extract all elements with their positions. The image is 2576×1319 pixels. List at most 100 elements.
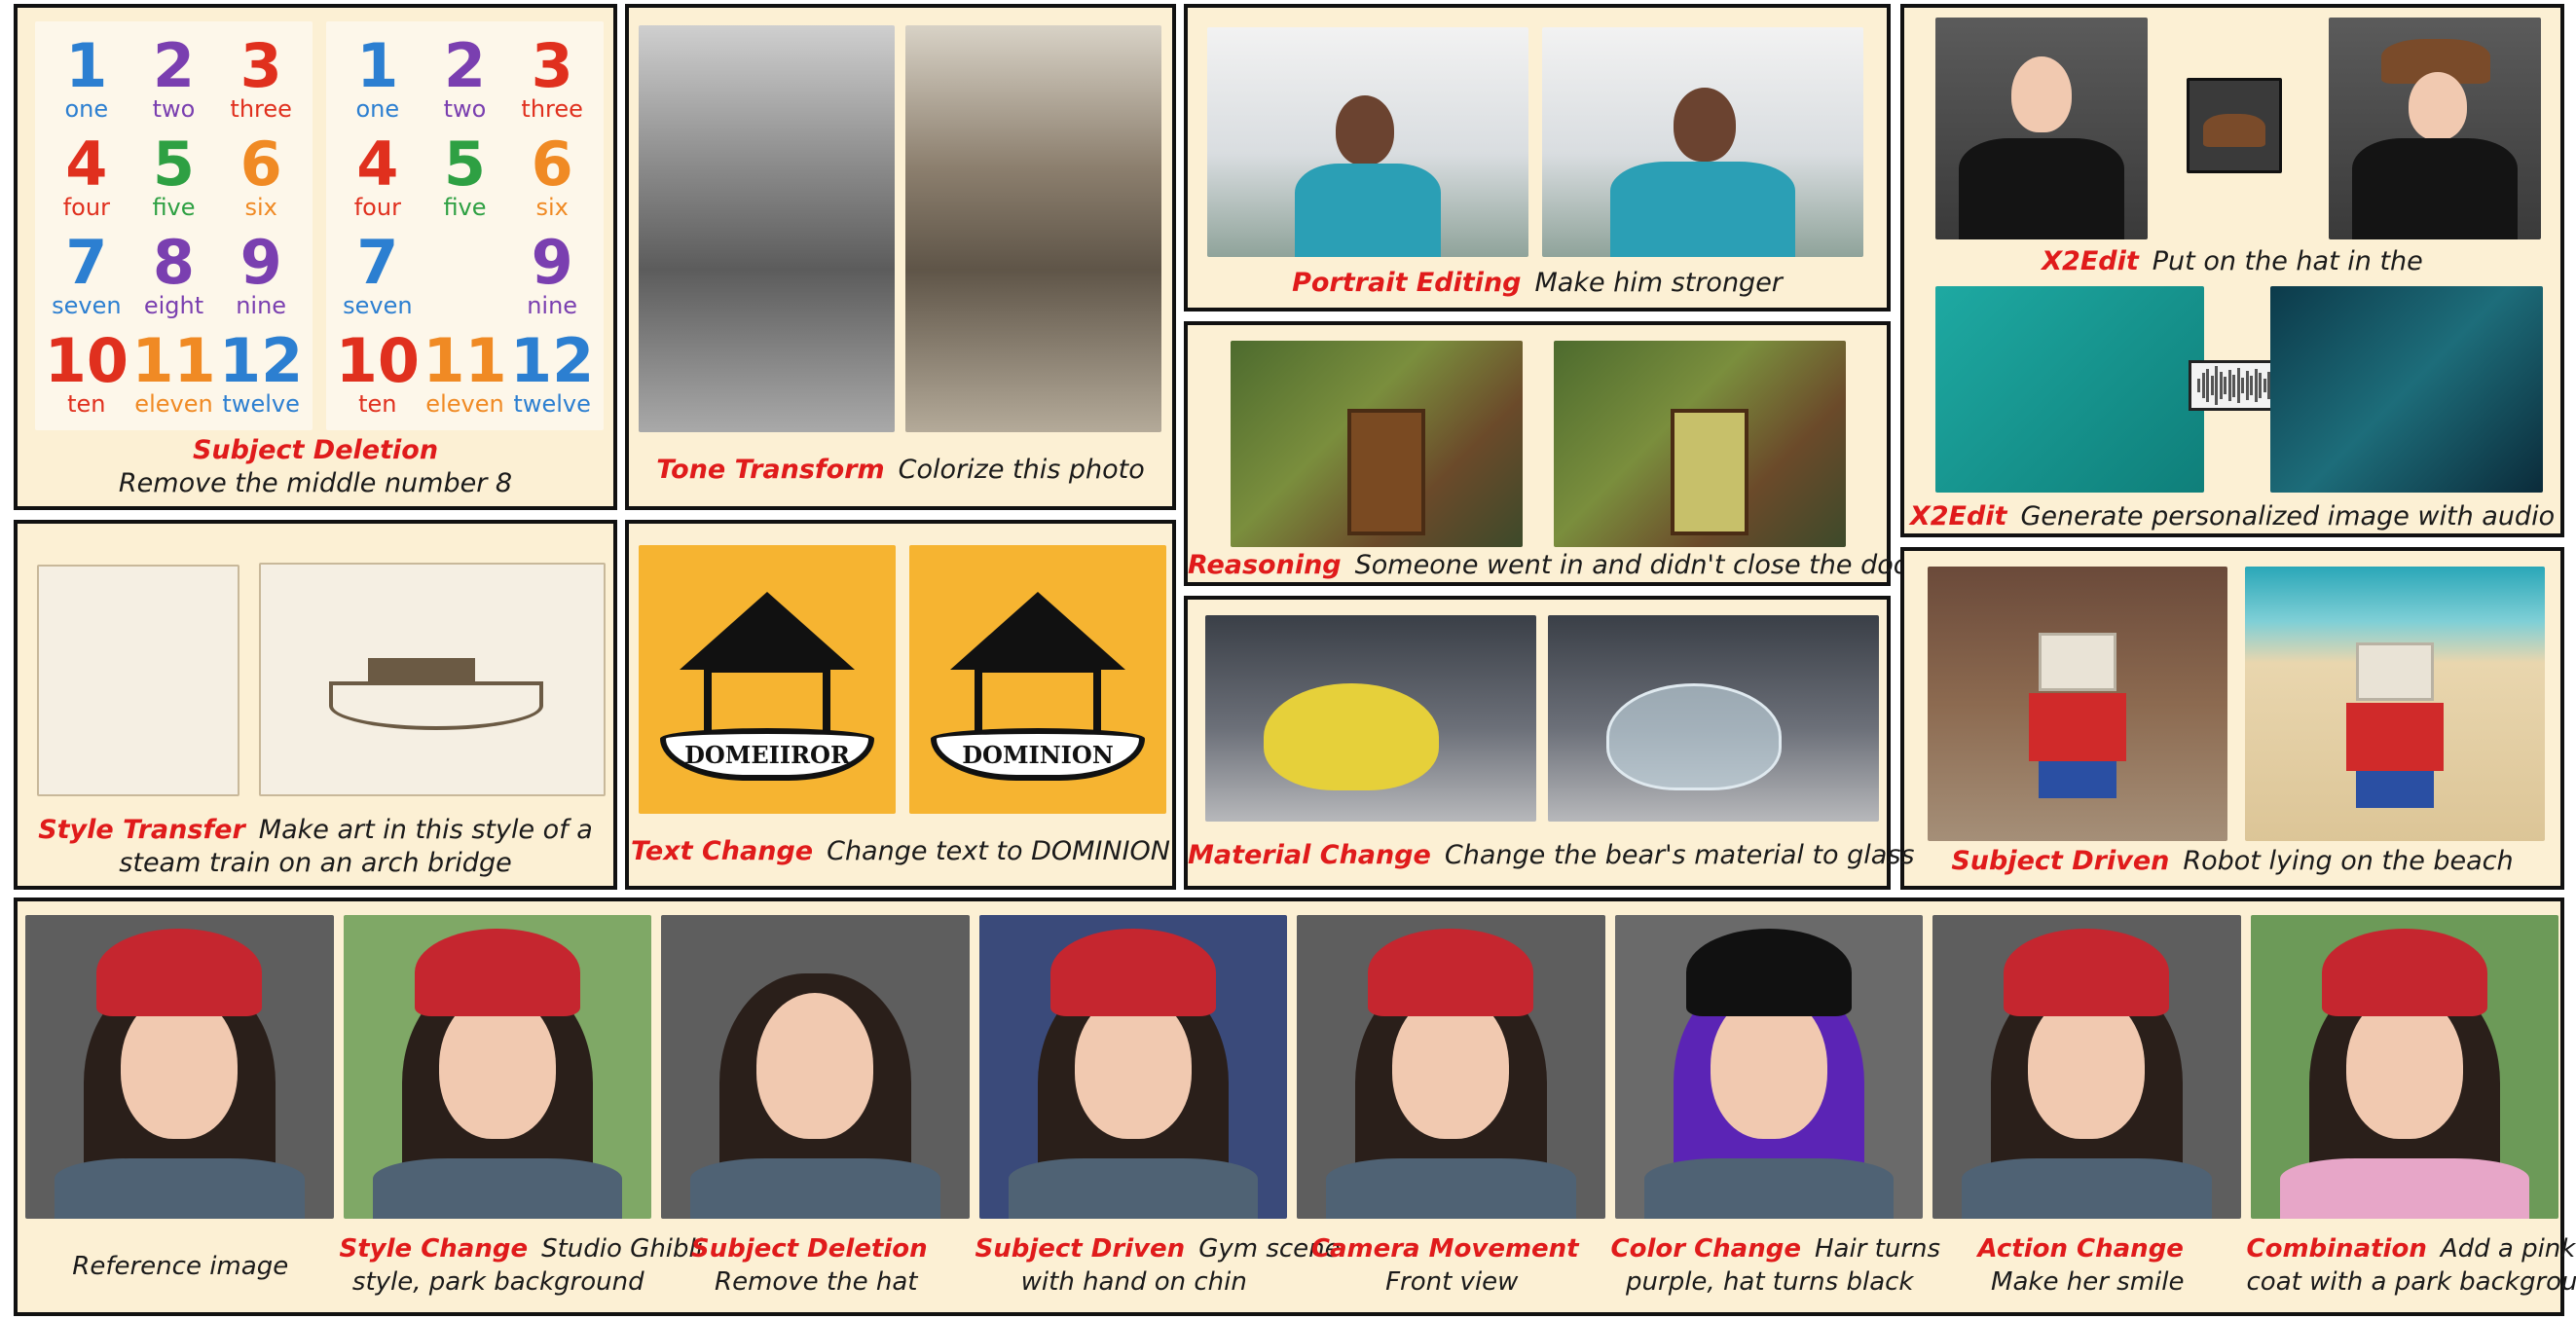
number-digit: 12 xyxy=(510,324,595,396)
number-word: four xyxy=(353,193,401,221)
caption-subject-driven-robot: Subject Driven Robot lying on the beach xyxy=(1904,845,2560,878)
number-word: nine xyxy=(527,291,578,319)
bottom-caption: Style Change Studio Ghibli style, park bac… xyxy=(340,1232,703,1299)
hat-reference xyxy=(2187,78,2282,173)
number-word: seven xyxy=(52,291,122,319)
bottom-caption: Combination Add a pink coat with a park ba… xyxy=(2246,1232,2576,1299)
panel-subject-driven-robot: Subject Driven Robot lying on the beach xyxy=(1900,547,2564,890)
number-cell: 3 three xyxy=(508,29,596,128)
number-word: two xyxy=(152,94,196,123)
robot-street xyxy=(1928,567,2227,841)
girl-image xyxy=(25,915,334,1219)
tag-reasoning: Reasoning xyxy=(1188,550,1342,580)
tag-x2edit: X2Edit xyxy=(2042,246,2139,276)
bottom-caption: Color Change Hair turns purple, hat turns … xyxy=(1610,1232,1941,1299)
number-digit: 2 xyxy=(152,29,196,101)
number-digit: 10 xyxy=(44,324,129,396)
panel-reasoning: Reasoning Someone went in and didn't clos… xyxy=(1184,321,1920,586)
caption-text: Someone went in and didn't close the doo… xyxy=(1354,550,1921,580)
caption-x2edit-audio: X2Edit Generate personalized image with a… xyxy=(1904,500,2560,533)
man-with-hat xyxy=(2329,18,2541,239)
number-digit: 5 xyxy=(443,128,487,200)
number-cell: 6 six xyxy=(508,128,596,226)
caption-subject-deletion: Subject Deletion Remove the middle numbe… xyxy=(18,434,613,500)
girl-image xyxy=(2250,915,2558,1219)
bottom-tag: Subject Deletion xyxy=(690,1234,928,1264)
caption-line-2: purple, hat turns black xyxy=(1626,1267,1914,1297)
robot-machines-after xyxy=(2270,286,2543,493)
number-cell: 7 seven xyxy=(43,226,130,324)
number-word: four xyxy=(62,193,110,221)
number-digit: 3 xyxy=(531,29,573,101)
number-digit: 4 xyxy=(65,128,108,200)
panel-material-change: Material Change Change the bear's materia… xyxy=(1184,596,1914,890)
tag-x2edit-audio: X2Edit xyxy=(1909,501,2007,531)
bear-yellow xyxy=(1205,615,1536,822)
caption-line-2: steam train on an arch bridge xyxy=(119,848,512,878)
caption-reasoning: Reasoning Someone went in and didn't clos… xyxy=(1188,549,1920,582)
number-cell: 7 seven xyxy=(334,226,422,324)
bottom-tag: Color Change xyxy=(1610,1234,1801,1264)
girl-image xyxy=(1297,915,1605,1219)
caption-text: Put on the hat in the xyxy=(2152,246,2423,276)
panel-portrait-editing: Portrait Editing Make him stronger xyxy=(1184,4,1891,311)
caption-material-change: Material Change Change the bear's materia… xyxy=(1188,839,1914,872)
number-word: one xyxy=(355,94,400,123)
girl-image xyxy=(978,915,1287,1219)
panel-tone-transform: Tone Transform Colorize this photo xyxy=(625,4,1176,510)
portrait-before xyxy=(1207,27,1528,257)
number-digit: 8 xyxy=(152,226,196,298)
caption-line-2: style, park background xyxy=(351,1267,644,1297)
caption-style-transfer: Style Transfer Make art in this style of … xyxy=(18,814,613,880)
tag-style-transfer: Style Transfer xyxy=(38,815,245,845)
panel-subject-deletion-numbers: 1 one 2 two 3 three 4 four 5 five 6 six 7 seven 8 eight… xyxy=(14,4,617,510)
caption-line-1: Make art in this style of a xyxy=(258,815,593,845)
panel-text-change: DOMEIIROR DOMINION Text Change Change tex… xyxy=(625,520,1176,890)
number-digit: 4 xyxy=(356,128,399,200)
number-digit: 11 xyxy=(423,324,507,396)
caption-line-2: Make her smile xyxy=(1991,1267,2185,1297)
number-digit: 12 xyxy=(219,324,304,396)
caption-text: Change text to DOMINION xyxy=(827,836,1170,866)
number-word: six xyxy=(244,193,277,221)
number-cell xyxy=(422,226,509,324)
logo-before: DOMEIIROR xyxy=(639,545,896,814)
number-digit: 9 xyxy=(531,226,573,298)
number-word: ten xyxy=(67,389,106,418)
caption-portrait-editing: Portrait Editing Make him stronger xyxy=(1188,267,1887,300)
caption-text: Colorize this photo xyxy=(898,455,1145,485)
number-digit: 11 xyxy=(131,324,216,396)
sketch-style-reference xyxy=(37,565,239,796)
caption-text: Robot lying on the beach xyxy=(2183,846,2514,876)
caption-line-2: coat with a park background xyxy=(2246,1267,2576,1297)
number-digit: 5 xyxy=(152,128,196,200)
number-word: one xyxy=(64,94,109,123)
tag-tone-transform: Tone Transform xyxy=(656,455,885,485)
number-cell: 9 nine xyxy=(508,226,596,324)
number-digit: 2 xyxy=(443,29,487,101)
bottom-tag: Subject Driven xyxy=(975,1234,1186,1264)
robot-machines-before xyxy=(1935,286,2204,493)
number-digit: 6 xyxy=(239,128,282,200)
number-cell: 6 six xyxy=(217,128,305,226)
number-word: ten xyxy=(358,389,397,418)
bottom-tag: Combination xyxy=(2246,1234,2427,1264)
number-word: eleven xyxy=(425,389,504,418)
number-cell: 1 one xyxy=(334,29,422,128)
man-before xyxy=(1935,18,2148,239)
number-cell: 3 three xyxy=(217,29,305,128)
number-word: twelve xyxy=(513,389,591,418)
door-open xyxy=(1554,341,1846,547)
number-cell: 5 five xyxy=(130,128,218,226)
numbers-chart-before: 1 one 2 two 3 three 4 four 5 five 6 six 7 seven 8 eight… xyxy=(35,21,313,430)
panel-x2edit: X2Edit Put on the hat in the X2Edit Genera… xyxy=(1900,4,2564,537)
bottom-tag: Camera Movement xyxy=(1310,1234,1579,1264)
caption-line-1: Reference image xyxy=(72,1252,289,1281)
caption-text: Generate personalized image with audio xyxy=(2020,501,2556,531)
street-photo-bw xyxy=(639,25,895,432)
number-digit: 1 xyxy=(356,29,399,101)
number-digit: 1 xyxy=(65,29,108,101)
number-cell: 9 nine xyxy=(217,226,305,324)
number-word: nine xyxy=(236,291,287,319)
number-word: five xyxy=(152,193,196,221)
